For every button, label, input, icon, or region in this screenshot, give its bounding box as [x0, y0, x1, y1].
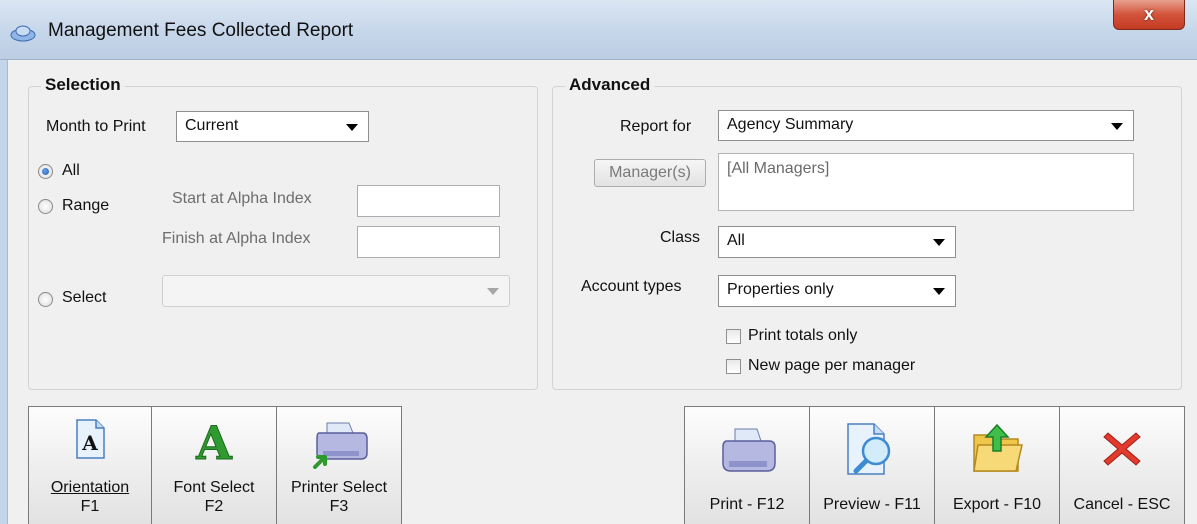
print-totals-checkbox[interactable]	[726, 329, 741, 344]
new-page-checkbox[interactable]	[726, 359, 741, 374]
radio-all-label[interactable]: All	[62, 162, 80, 180]
month-to-print-value: Current	[185, 117, 239, 134]
font-select-shortcut: F2	[204, 498, 224, 515]
account-types-select[interactable]: Properties only	[718, 275, 956, 307]
radio-range-label[interactable]: Range	[62, 197, 109, 215]
cancel-label: Cancel - ESC	[1073, 496, 1171, 513]
printer-select-icon	[313, 422, 368, 469]
month-to-print-label: Month to Print	[46, 118, 146, 135]
cancel-button[interactable]: Cancel - ESC	[1059, 406, 1185, 524]
start-alpha-input[interactable]	[357, 185, 500, 217]
export-label: Export - F10	[952, 496, 1042, 513]
font-select-button[interactable]: A Font Select F2	[151, 406, 277, 524]
window-title: Management Fees Collected Report	[48, 20, 354, 41]
printer-select-button[interactable]: Printer Select F3	[276, 406, 402, 524]
class-select[interactable]: All	[718, 226, 956, 258]
chevron-down-icon	[933, 239, 945, 246]
managers-list-item: [All Managers]	[727, 160, 830, 177]
start-alpha-label: Start at Alpha Index	[172, 190, 312, 207]
preview-label: Preview - F11	[823, 496, 921, 513]
orientation-label: Orientation	[50, 479, 130, 496]
close-button[interactable]: x	[1113, 0, 1185, 30]
report-for-value: Agency Summary	[727, 116, 854, 133]
account-types-label: Account types	[581, 278, 682, 295]
printer-select-label: Printer Select	[290, 479, 388, 496]
advanced-group-title: Advanced	[565, 75, 655, 95]
chevron-down-icon	[487, 288, 499, 295]
font-icon: A	[195, 419, 234, 463]
export-folder-icon	[973, 423, 1023, 472]
print-totals-label[interactable]: Print totals only	[748, 327, 857, 345]
chevron-down-icon	[933, 288, 945, 295]
print-label: Print - F12	[709, 496, 785, 513]
class-label: Class	[660, 229, 701, 246]
managers-button[interactable]: Manager(s)	[594, 159, 706, 187]
export-button[interactable]: Export - F10	[934, 406, 1060, 524]
selection-group-title: Selection	[41, 75, 125, 95]
radio-select[interactable]	[38, 292, 53, 307]
app-icon	[10, 25, 36, 42]
month-to-print-select[interactable]: Current	[176, 111, 369, 142]
account-types-value: Properties only	[727, 281, 834, 298]
preview-button[interactable]: Preview - F11	[809, 406, 935, 524]
chevron-down-icon	[346, 123, 358, 131]
chevron-down-icon	[1111, 122, 1123, 130]
preview-icon	[847, 423, 891, 475]
printer-icon	[722, 428, 776, 472]
svg-text:A: A	[81, 431, 98, 455]
report-for-label: Report for	[620, 118, 692, 135]
radio-range[interactable]	[38, 199, 53, 214]
managers-listbox[interactable]: [All Managers]	[718, 153, 1134, 211]
select-dropdown[interactable]	[162, 275, 510, 307]
title-bar: Management Fees Collected Report x	[0, 0, 1197, 60]
new-page-label[interactable]: New page per manager	[748, 357, 915, 375]
finish-alpha-input[interactable]	[357, 226, 500, 258]
print-button[interactable]: Print - F12	[684, 406, 810, 524]
window-frame-left	[0, 60, 8, 524]
svg-text:A: A	[195, 419, 233, 463]
close-icon: x	[1143, 4, 1154, 24]
radio-all[interactable]	[38, 164, 53, 179]
orientation-shortcut: F1	[80, 498, 100, 515]
orientation-button[interactable]: A Orientation F1	[28, 406, 152, 524]
orientation-icon: A	[76, 419, 105, 459]
report-for-select[interactable]: Agency Summary	[718, 110, 1134, 141]
class-value: All	[727, 232, 745, 249]
cancel-x-icon	[1103, 432, 1141, 466]
font-select-label: Font Select	[173, 479, 255, 496]
radio-select-label[interactable]: Select	[62, 289, 106, 307]
finish-alpha-label: Finish at Alpha Index	[162, 230, 311, 247]
printer-select-shortcut: F3	[329, 498, 349, 515]
